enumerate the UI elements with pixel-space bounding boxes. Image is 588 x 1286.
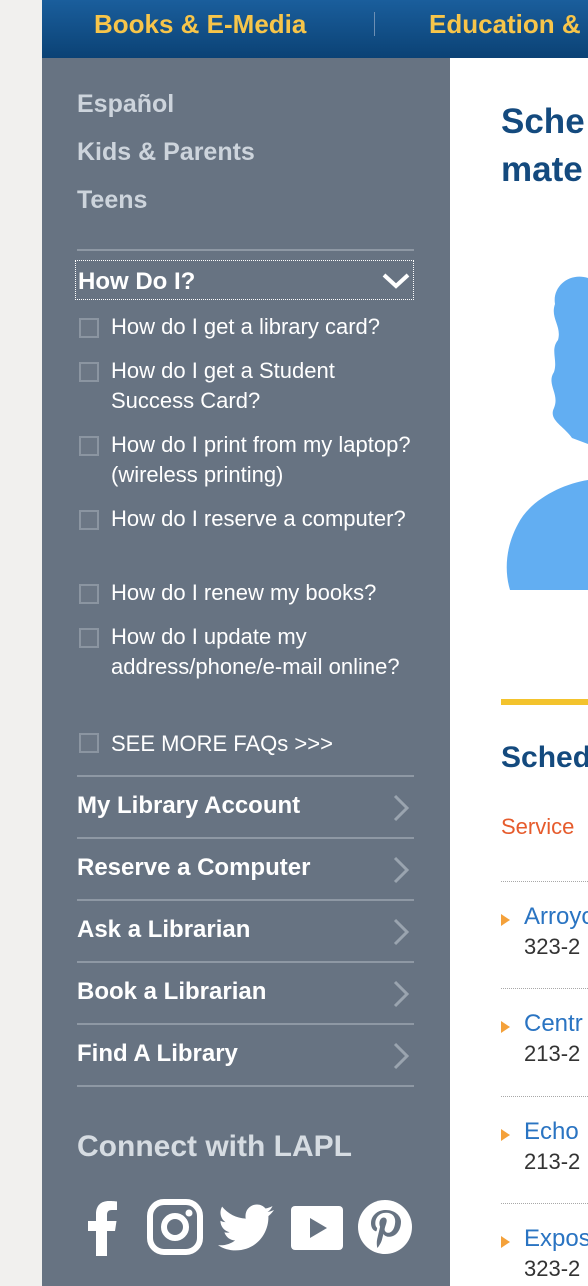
illustration-image — [506, 276, 588, 590]
location-name-link[interactable]: Arroyo — [524, 903, 588, 931]
accent-divider — [501, 699, 588, 705]
connect-title: Connect with LAPL — [77, 1130, 352, 1163]
checkbox[interactable] — [79, 733, 99, 753]
how-do-i-toggle[interactable]: How Do I? — [75, 260, 414, 300]
chevron-right-icon — [392, 979, 410, 1014]
divider — [77, 249, 414, 251]
location-phone: 213-2 — [524, 1041, 581, 1066]
faq-label[interactable]: How do I print from my laptop? (wireless… — [111, 430, 421, 490]
faq-label[interactable]: SEE MORE FAQs >>> — [111, 729, 421, 759]
dotted-divider — [501, 881, 588, 882]
youtube-icon[interactable] — [288, 1198, 346, 1261]
main-content: Sche mate Sched Service Arroyo 323-2 Cent… — [450, 58, 588, 1286]
link-my-library-account[interactable]: My Library Account — [77, 777, 414, 837]
divider — [77, 1085, 414, 1087]
checkbox[interactable] — [79, 584, 99, 604]
dotted-divider — [501, 1203, 588, 1204]
dotted-divider — [501, 1096, 588, 1097]
checkbox[interactable] — [79, 362, 99, 382]
link-teens[interactable]: Teens — [77, 186, 147, 215]
chevron-right-icon — [392, 793, 410, 828]
faq-label[interactable]: How do I get a library card? — [111, 312, 421, 342]
service-label: Service — [501, 814, 575, 839]
link-label: Ask a Librarian — [77, 916, 251, 943]
location-phone: 323-2 — [524, 1256, 581, 1281]
location-phone: 213-2 — [524, 1149, 581, 1174]
top-navigation: Books & E-Media Education & — [42, 0, 588, 58]
faq-label[interactable]: How do I update my address/phone/e-mail … — [111, 622, 421, 682]
faq-label[interactable]: How do I renew my books? — [111, 578, 421, 608]
link-book-librarian[interactable]: Book a Librarian — [77, 963, 414, 1023]
how-do-i-title: How Do I? — [78, 268, 196, 295]
checkbox[interactable] — [79, 436, 99, 456]
link-reserve-computer[interactable]: Reserve a Computer — [77, 839, 414, 899]
link-find-library[interactable]: Find A Library — [77, 1025, 414, 1085]
checkbox[interactable] — [79, 510, 99, 530]
location-phone: 323-2 — [524, 934, 581, 959]
bullet-arrow-icon — [501, 1236, 510, 1248]
location-name-link[interactable]: Centr — [524, 1010, 583, 1038]
page-heading: Sche mate — [501, 102, 585, 189]
chevron-right-icon — [392, 855, 410, 890]
bullet-arrow-icon — [501, 1129, 510, 1141]
sidebar: Español Kids & Parents Teens How Do I? H… — [42, 58, 450, 1286]
chevron-down-icon — [381, 265, 411, 300]
location-name-link[interactable]: Expos — [524, 1225, 588, 1253]
faq-label[interactable]: How do I reserve a computer? — [111, 504, 421, 534]
link-kids-parents[interactable]: Kids & Parents — [77, 138, 255, 167]
section-heading: Sched — [501, 741, 588, 774]
link-espanol[interactable]: Español — [77, 90, 174, 119]
nav-books-emedia[interactable]: Books & E-Media — [94, 9, 306, 40]
checkbox[interactable] — [79, 628, 99, 648]
link-label: Find A Library — [77, 1040, 238, 1067]
link-label: Reserve a Computer — [77, 854, 311, 881]
location-name-link[interactable]: Echo — [524, 1118, 579, 1146]
link-label: My Library Account — [77, 792, 301, 819]
twitter-icon[interactable] — [218, 1198, 276, 1261]
facebook-icon[interactable] — [84, 1198, 120, 1261]
dotted-divider — [501, 988, 588, 989]
nav-divider — [374, 12, 375, 36]
bullet-arrow-icon — [501, 1021, 510, 1033]
link-ask-librarian[interactable]: Ask a Librarian — [77, 901, 414, 961]
nav-education[interactable]: Education & — [429, 9, 581, 40]
faq-label[interactable]: How do I get a Student Success Card? — [111, 356, 421, 416]
bullet-arrow-icon — [501, 914, 510, 926]
instagram-icon[interactable] — [146, 1198, 204, 1261]
chevron-right-icon — [392, 1041, 410, 1076]
chevron-right-icon — [392, 917, 410, 952]
pinterest-icon[interactable] — [356, 1198, 414, 1261]
link-label: Book a Librarian — [77, 978, 267, 1005]
checkbox[interactable] — [79, 318, 99, 338]
